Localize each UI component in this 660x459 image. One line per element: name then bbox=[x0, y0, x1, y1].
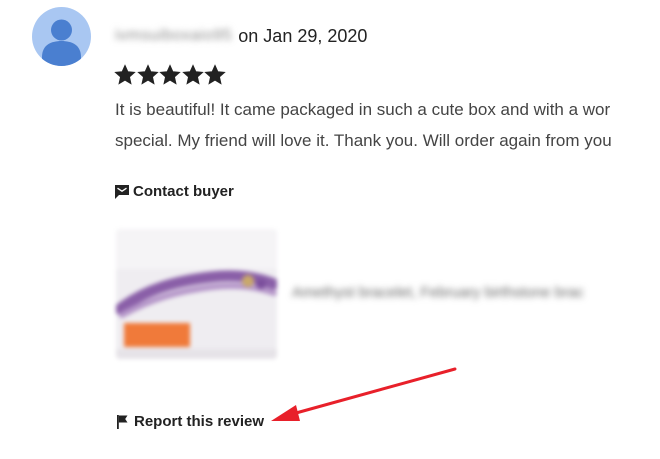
report-review-label: Report this review bbox=[134, 413, 265, 430]
product-thumbnail[interactable] bbox=[116, 229, 277, 359]
avatar-placeholder-icon bbox=[42, 19, 81, 66]
reviewer-name[interactable]: ivmsuiboxaio95 bbox=[115, 27, 232, 45]
contact-buyer-label: Contact buyer bbox=[133, 183, 234, 200]
star-icon bbox=[204, 64, 226, 85]
star-icon bbox=[159, 64, 181, 85]
message-icon bbox=[115, 184, 129, 199]
flag-icon bbox=[117, 414, 128, 429]
review-card: ivmsuiboxaio95 on Jan 29, 2020 It is bea… bbox=[0, 0, 660, 459]
review-meta: ivmsuiboxaio95 on Jan 29, 2020 bbox=[115, 24, 367, 48]
star-rating bbox=[114, 64, 227, 86]
annotation-arrow-icon bbox=[271, 367, 457, 421]
review-text: It is beautiful! It came packaged in suc… bbox=[115, 94, 660, 156]
review-text-line: special. My friend will love it. Thank y… bbox=[115, 131, 612, 150]
report-review-button[interactable]: Report this review bbox=[115, 413, 264, 430]
review-date: on Jan 29, 2020 bbox=[238, 25, 368, 46]
product-title[interactable]: Amethyst bracelet, February birthstone b… bbox=[292, 284, 584, 301]
star-icon bbox=[114, 64, 136, 85]
contact-buyer-button[interactable]: Contact buyer bbox=[114, 183, 234, 200]
star-icon bbox=[136, 64, 159, 85]
star-icon bbox=[181, 64, 204, 85]
review-text-line: It is beautiful! It came packaged in suc… bbox=[115, 100, 611, 119]
product-image bbox=[116, 229, 277, 359]
reviewer-avatar[interactable] bbox=[32, 7, 91, 66]
